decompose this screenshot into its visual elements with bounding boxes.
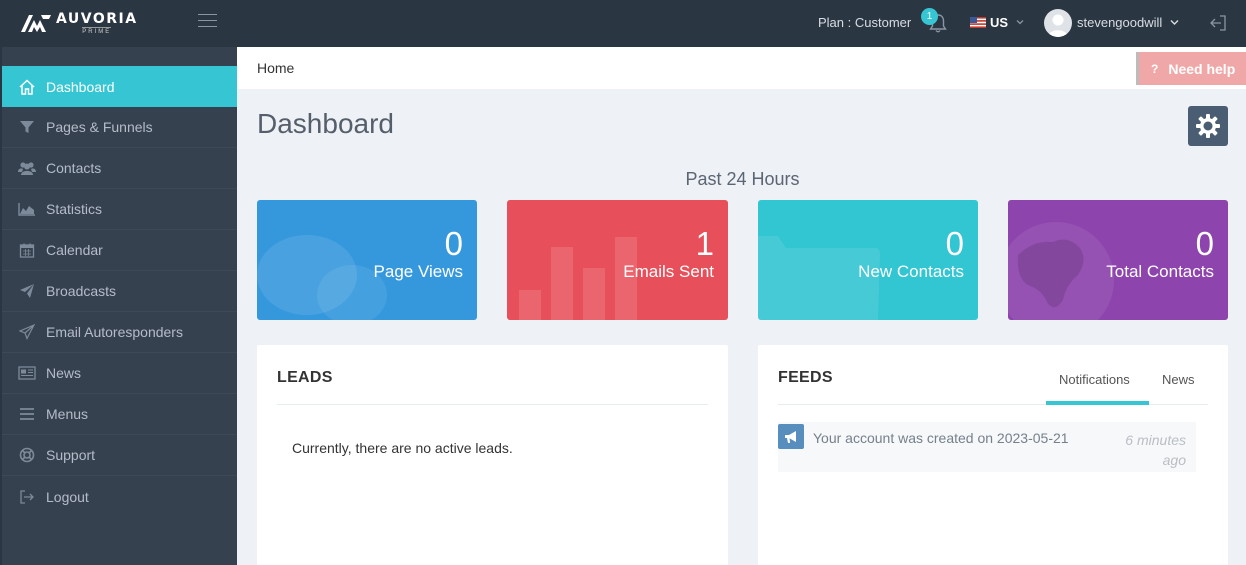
- funnel-icon: [18, 118, 36, 136]
- stat-value: 0: [945, 225, 964, 262]
- question-icon: ?: [1151, 61, 1159, 76]
- paper-plane-outline-icon: [18, 323, 36, 341]
- sidebar-item-label: Statistics: [46, 201, 103, 217]
- us-flag-icon[interactable]: [970, 17, 986, 28]
- need-help-label: Need help: [1168, 60, 1236, 77]
- sidebar-item-statistics[interactable]: Statistics: [2, 189, 237, 230]
- gear-icon: [1196, 114, 1220, 138]
- sidebar-item-label: Email Autoresponders: [46, 324, 183, 340]
- stat-tile-emails-sent[interactable]: 1 Emails Sent: [507, 200, 728, 320]
- brand-subtitle: PRIME: [82, 26, 112, 35]
- stat-label: Total Contacts: [1106, 262, 1214, 281]
- area-chart-icon: [18, 200, 36, 218]
- sign-out-icon: [18, 488, 36, 506]
- stat-value: 0: [444, 225, 463, 262]
- logo-mark-icon: [21, 15, 51, 32]
- sidebar-item-logout[interactable]: Logout: [2, 476, 237, 517]
- username[interactable]: stevengoodwill: [1077, 15, 1162, 30]
- stat-tile-page-views[interactable]: 0 Page Views: [257, 200, 477, 320]
- stat-label: Page Views: [373, 262, 463, 281]
- feeds-panel: FEEDS Notifications News Your account wa…: [758, 345, 1228, 565]
- top-bar: AUVORIA PRIME Plan : Customer 1 US steve…: [0, 0, 1246, 47]
- stat-value: 0: [1195, 225, 1214, 262]
- active-tab-indicator: [1046, 401, 1149, 405]
- bullhorn-icon: [778, 424, 804, 449]
- sidebar-item-contacts[interactable]: Contacts: [2, 148, 237, 189]
- sidebar-item-broadcasts[interactable]: Broadcasts: [2, 271, 237, 312]
- stat-tile-total-contacts[interactable]: 0 Total Contacts: [1008, 200, 1228, 320]
- page-title: Dashboard: [257, 108, 394, 139]
- feed-text: Your account was created on 2023-05-21: [813, 430, 1069, 446]
- notification-badge: 1: [921, 8, 938, 25]
- sidebar-item-label: News: [46, 365, 82, 381]
- leads-empty-message: Currently, there are no active leads.: [292, 440, 513, 456]
- sidebar-item-dashboard[interactable]: Dashboard: [2, 66, 237, 107]
- newspaper-icon: [18, 364, 36, 382]
- brand-name: AUVORIA: [56, 10, 138, 27]
- sidebar-item-label: Menus: [46, 406, 89, 422]
- sidebar-item-label: Contacts: [46, 160, 102, 176]
- paper-plane-icon: [18, 282, 36, 300]
- user-avatar-icon: [1048, 14, 1068, 37]
- feed-time: 6 minutes ago: [1125, 432, 1186, 468]
- language-selector[interactable]: US: [990, 15, 1008, 30]
- sidebar-item-menus[interactable]: Menus: [2, 394, 237, 435]
- list-item[interactable]: Your account was created on 2023-05-21 6…: [778, 422, 1196, 472]
- sidebar-item-label: Pages & Funnels: [46, 119, 153, 135]
- feeds-title: FEEDS: [778, 369, 833, 386]
- brand-logo[interactable]: AUVORIA PRIME: [20, 11, 138, 35]
- stat-label: Emails Sent: [623, 262, 714, 281]
- sidebar-item-support[interactable]: Support: [2, 435, 237, 476]
- sidebar-item-label: Support: [46, 447, 96, 463]
- plan-label: Plan : Customer: [818, 15, 912, 30]
- chevron-down-icon[interactable]: [1016, 18, 1024, 26]
- menu-toggle-icon[interactable]: [198, 14, 217, 29]
- stat-tile-new-contacts[interactable]: 0 New Contacts: [758, 200, 978, 320]
- sidebar-item-pages-funnels[interactable]: Pages & Funnels: [2, 107, 237, 148]
- sidebar-item-news[interactable]: News: [2, 353, 237, 394]
- sidebar-item-label: Dashboard: [46, 78, 115, 95]
- chevron-down-icon[interactable]: [1170, 18, 1179, 26]
- home-icon: [18, 78, 36, 96]
- avatar[interactable]: [1044, 9, 1072, 37]
- calendar-icon: [18, 241, 36, 259]
- divider: [277, 404, 708, 405]
- bars-icon: [18, 405, 36, 423]
- sidebar-item-label: Broadcasts: [46, 283, 117, 299]
- sidebar-item-label: Calendar: [46, 242, 103, 258]
- stat-value: 1: [695, 225, 714, 262]
- leads-title: LEADS: [277, 369, 333, 386]
- breadcrumb: Home: [237, 47, 1246, 89]
- tab-news[interactable]: News: [1162, 372, 1195, 387]
- sidebar-item-email-autoresponders[interactable]: Email Autoresponders: [2, 312, 237, 353]
- leads-panel: LEADS Currently, there are no active lea…: [257, 345, 728, 565]
- sign-out-icon[interactable]: [1209, 13, 1229, 33]
- sidebar-item-calendar[interactable]: Calendar: [2, 230, 237, 271]
- breadcrumb-home-link[interactable]: Home: [257, 60, 294, 76]
- need-help-button[interactable]: ? Need help: [1136, 52, 1246, 85]
- sidebar-item-label: Logout: [46, 488, 89, 505]
- life-ring-icon: [18, 446, 36, 464]
- users-icon: [18, 159, 36, 177]
- period-label: Past 24 Hours: [685, 169, 800, 189]
- settings-button[interactable]: [1188, 106, 1228, 146]
- stat-label: New Contacts: [858, 262, 964, 281]
- tab-notifications[interactable]: Notifications: [1059, 372, 1130, 387]
